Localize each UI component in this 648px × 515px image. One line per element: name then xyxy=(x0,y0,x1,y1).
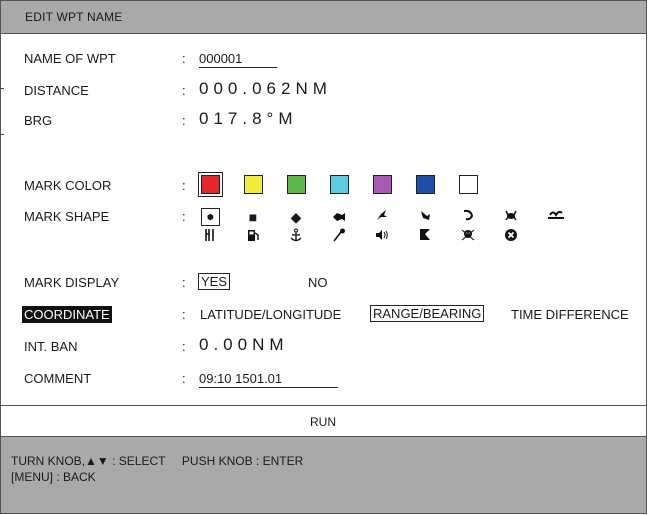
fuel-icon[interactable] xyxy=(244,228,262,244)
color-swatch-yellow[interactable] xyxy=(244,175,263,194)
coordinate-label: COORDINATE xyxy=(22,306,112,323)
comment-label: COMMENT xyxy=(24,371,92,386)
coord-range-bearing-option[interactable]: RANGE/BEARING xyxy=(370,305,485,322)
x-circle-icon[interactable] xyxy=(502,228,520,244)
int-ban-label: INT. BAN xyxy=(24,339,78,354)
distance-value: 000.062NM xyxy=(199,79,332,98)
comment-field[interactable]: 09:10 1501.01 xyxy=(199,371,338,388)
help-line-1: TURN KNOB,▲▼ : SELECT PUSH KNOB : ENTER xyxy=(11,454,304,468)
run-button[interactable]: RUN xyxy=(0,415,646,429)
fish-icon[interactable] xyxy=(330,210,348,224)
wave-icon[interactable] xyxy=(545,208,567,222)
speaker-icon[interactable] xyxy=(373,228,391,244)
anchor-icon[interactable] xyxy=(287,228,305,244)
color-swatch-green[interactable] xyxy=(287,175,306,194)
circle-shape-icon[interactable]: ● xyxy=(201,208,220,226)
colon: : xyxy=(182,339,186,354)
color-swatch-cyan[interactable] xyxy=(330,175,349,194)
shrimp-icon[interactable] xyxy=(459,208,477,224)
colon: : xyxy=(182,209,186,224)
flag-icon[interactable] xyxy=(416,228,434,244)
colon: : xyxy=(182,275,186,290)
square-shape-icon[interactable]: ■ xyxy=(244,210,262,224)
title-bar: EDIT WPT NAME xyxy=(1,1,646,34)
colon: : xyxy=(182,51,186,66)
brg-value: 017.8°M xyxy=(199,109,298,128)
help-line-2: [MENU] : BACK xyxy=(11,470,96,484)
mark-shape-label: MARK SHAPE xyxy=(24,209,110,224)
mark-color-label: MARK COLOR xyxy=(24,178,112,193)
colon: : xyxy=(182,83,186,98)
mark-display-yes-option[interactable]: YES xyxy=(198,273,231,290)
skull-icon[interactable] xyxy=(459,228,477,244)
colon: : xyxy=(182,371,186,386)
coord-latlon-option[interactable]: LATITUDE/LONGITUDE xyxy=(200,307,341,322)
colon: : xyxy=(182,113,186,128)
pin-icon[interactable] xyxy=(330,228,348,244)
color-swatch-blue[interactable] xyxy=(416,175,435,194)
color-swatch-purple[interactable] xyxy=(373,175,392,194)
colon: : xyxy=(182,178,186,193)
edge-tick xyxy=(0,134,4,135)
name-label: NAME OF WPT xyxy=(24,51,116,66)
edge-tick xyxy=(0,88,4,89)
brg-label: BRG xyxy=(24,113,53,128)
mark-display-no-option[interactable]: NO xyxy=(308,275,328,290)
divider xyxy=(1,405,646,406)
wpt-name-field[interactable]: 000001 xyxy=(199,51,277,68)
help-footer: TURN KNOB,▲▼ : SELECT PUSH KNOB : ENTER … xyxy=(1,437,646,513)
colon: : xyxy=(182,307,186,322)
mark-display-label: MARK DISPLAY xyxy=(24,275,120,290)
int-ban-value[interactable]: 0.00NM xyxy=(199,335,289,355)
crab-icon[interactable] xyxy=(502,208,520,224)
fork-icon[interactable] xyxy=(201,228,219,244)
coord-time-difference-option[interactable]: TIME DIFFERENCE xyxy=(511,307,629,322)
dialog-title: EDIT WPT NAME xyxy=(25,10,123,24)
distance-label: DISTANCE xyxy=(24,83,89,98)
color-swatch-white[interactable] xyxy=(459,175,478,194)
color-swatch-red[interactable] xyxy=(198,172,223,197)
fish2-icon[interactable] xyxy=(373,208,391,224)
diamond-shape-icon[interactable]: ◆ xyxy=(287,210,305,224)
bird-icon[interactable] xyxy=(416,208,434,224)
